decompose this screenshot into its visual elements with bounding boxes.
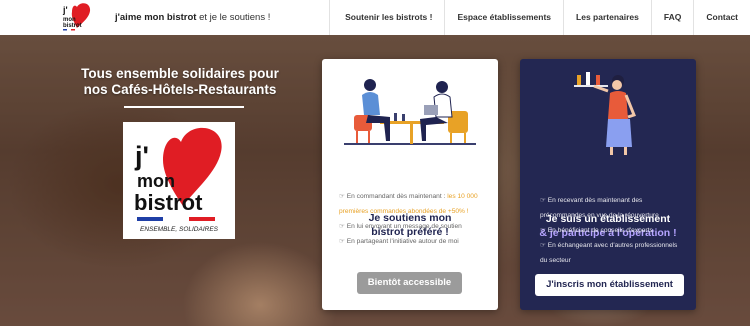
nav-soutenir[interactable]: Soutenir les bistrots ! xyxy=(329,0,444,35)
header-tagline: j'aime mon bistrot et je le soutiens ! xyxy=(115,12,270,23)
list-item: ☞ En échangeant avec d'autres profession… xyxy=(540,238,686,268)
campaign-logo: j' mon bistrot ENSEMBLE, SOLIDAIRES xyxy=(123,122,235,239)
list-item: ☞ En bénéficiant de conseils d'experts xyxy=(540,223,686,238)
hand-pointing-icon: ☞ xyxy=(540,227,548,234)
tagline-strong: j'aime mon bistrot xyxy=(115,12,197,23)
hero-title: Tous ensemble solidaires pour nos Cafés-… xyxy=(80,66,280,98)
list-item: ☞ En partageant l'initiative autour de m… xyxy=(339,234,485,249)
business-card: Je suis un établissement & je participe … xyxy=(520,59,696,310)
nav-faq[interactable]: FAQ xyxy=(650,0,693,35)
svg-text:bistrot: bistrot xyxy=(134,190,203,215)
svg-text:j': j' xyxy=(134,141,149,171)
nav-contact[interactable]: Contact xyxy=(693,0,750,35)
list-item-lead: En commandant dès maintenant : xyxy=(346,193,448,200)
list-item-text: En échangeant avec d'autres professionne… xyxy=(540,242,678,264)
hand-pointing-icon: ☞ xyxy=(339,223,347,230)
coming-soon-button[interactable]: Bientôt accessible xyxy=(357,272,462,294)
list-item: ☞ En commandant dès maintenant : les 10 … xyxy=(339,189,485,219)
list-item-text: En recevant dès maintenant des précomman… xyxy=(540,197,659,219)
main-nav: Soutenir les bistrots ! Espace établisse… xyxy=(329,0,750,35)
nav-partenaires[interactable]: Les partenaires xyxy=(563,0,651,35)
hero-title-line1: Tous ensemble solidaires pour xyxy=(81,66,279,81)
list-item-text: En bénéficiant de conseils d'experts xyxy=(547,227,653,234)
hand-pointing-icon: ☞ xyxy=(540,197,548,204)
list-item: ☞ En recevant dès maintenant des précomm… xyxy=(540,193,686,223)
nav-espace-etablissements[interactable]: Espace établissements xyxy=(444,0,563,35)
hand-pointing-icon: ☞ xyxy=(339,238,347,245)
svg-text:bistrot: bistrot xyxy=(63,23,82,29)
bistrot-customers-illustration xyxy=(344,79,476,145)
list-item: ☞ En lui envoyant un message de soutien xyxy=(339,219,485,234)
hand-pointing-icon: ☞ xyxy=(540,242,548,249)
waitress-illustration xyxy=(574,72,636,155)
list-item-lead: En lui envoyant un message de soutien xyxy=(346,223,462,230)
tagline-rest: et je le soutiens ! xyxy=(196,12,271,23)
business-benefits-list: ☞ En recevant dès maintenant des précomm… xyxy=(540,193,686,268)
hand-pointing-icon: ☞ xyxy=(339,193,347,200)
hero-divider xyxy=(124,106,244,108)
svg-text:j': j' xyxy=(62,5,68,15)
customer-benefits-list: ☞ En commandant dès maintenant : les 10 … xyxy=(339,189,485,249)
list-item-lead: En partageant l'initiative autour de moi xyxy=(346,238,459,245)
site-logo[interactable]: j' mon bistrot xyxy=(60,2,94,33)
hero-title-line2: nos Cafés-Hôtels-Restaurants xyxy=(83,82,277,97)
top-navbar: j' mon bistrot j'aime mon bistrot et je … xyxy=(0,0,750,35)
svg-text:ENSEMBLE, SOLIDAIRES: ENSEMBLE, SOLIDAIRES xyxy=(140,226,219,233)
svg-text:mon: mon xyxy=(137,171,175,191)
register-establishment-button[interactable]: J'inscris mon établissement xyxy=(535,274,684,296)
